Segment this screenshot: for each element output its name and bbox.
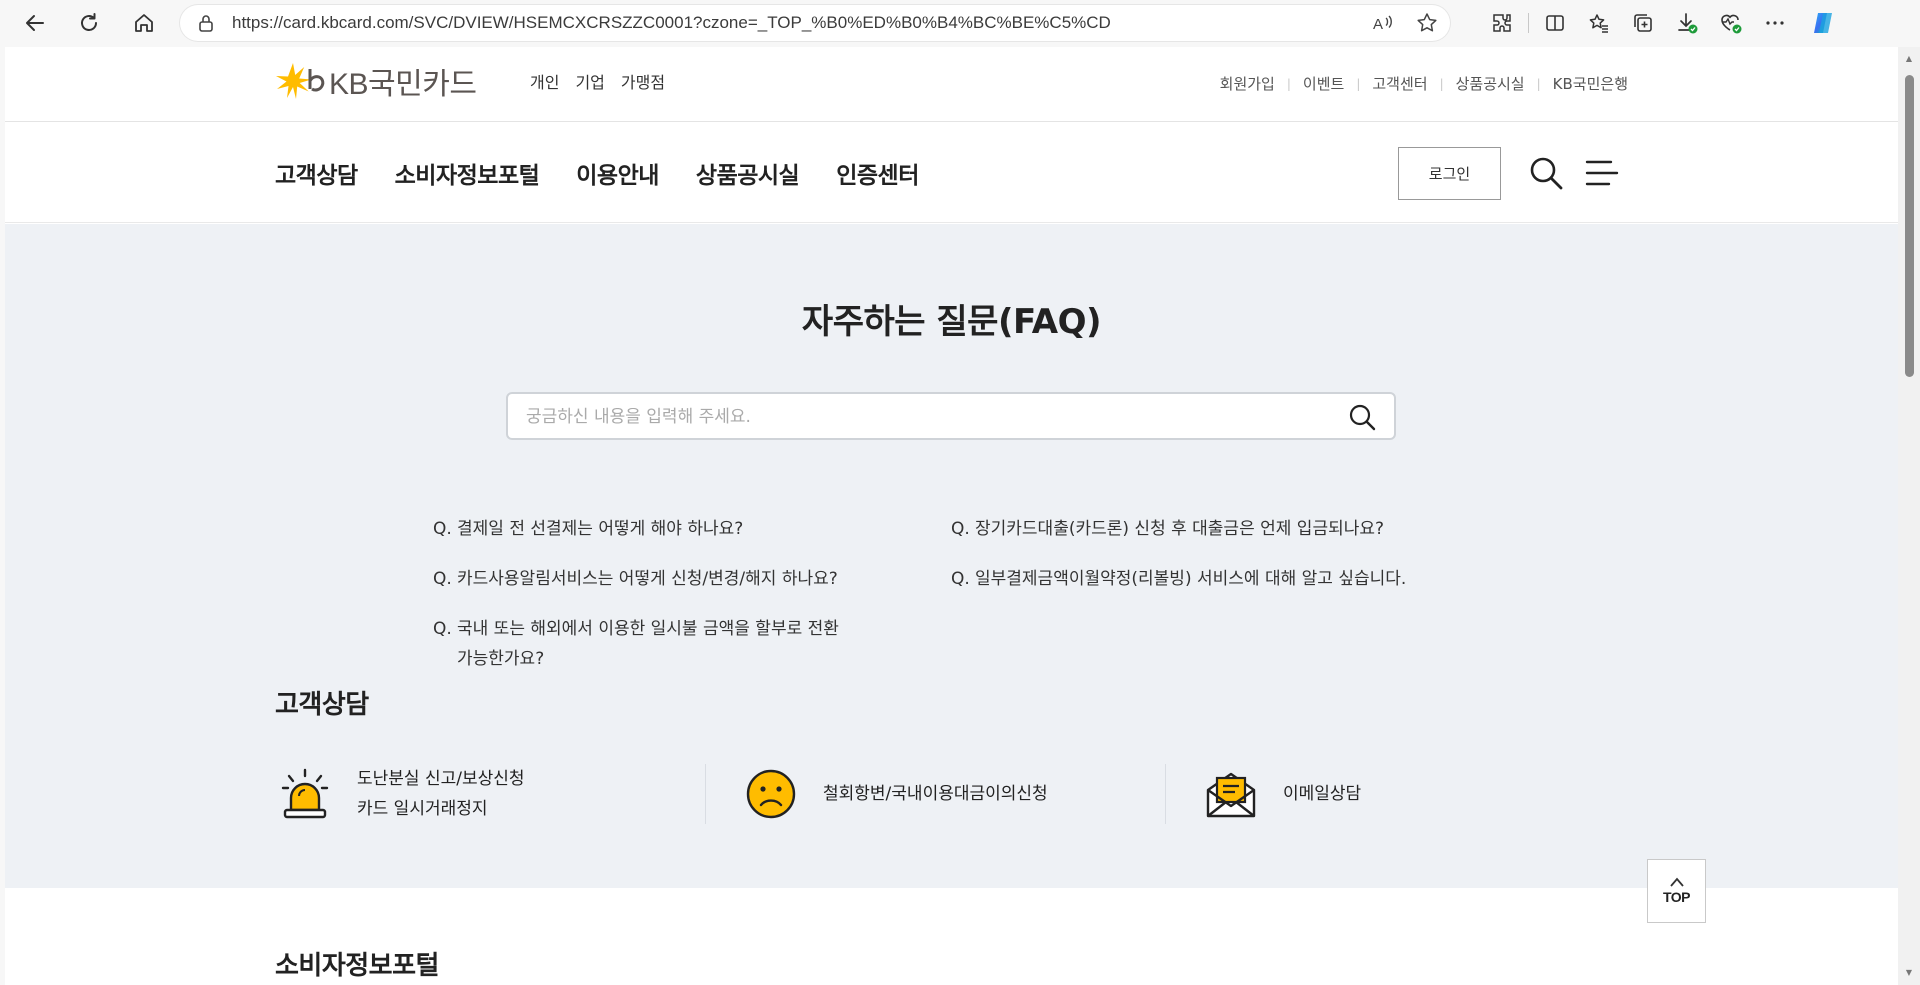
faq-q-prefix: Q. bbox=[951, 519, 970, 539]
util-separator: | bbox=[1536, 76, 1541, 91]
main-navigation: 고객상담 소비자정보포털 이용안내 상품공시실 인증센터 로그인 bbox=[5, 123, 1898, 223]
util-separator: | bbox=[1286, 76, 1291, 91]
favorites-icon[interactable] bbox=[1577, 5, 1621, 41]
consult-theft-loss[interactable]: 도난분실 신고/보상신청 카드 일시거래정지 bbox=[277, 764, 525, 824]
consumer-portal-section-title: 소비자정보포털 bbox=[275, 951, 439, 981]
home-icon[interactable] bbox=[126, 5, 162, 41]
toolbar-divider bbox=[1528, 13, 1529, 33]
kb-bank-link[interactable]: KB국민은행 bbox=[1553, 73, 1628, 94]
url-text[interactable]: https://card.kbcard.com/SVC/DVIEW/HSEMCX… bbox=[232, 13, 1111, 33]
browser-toolbar: https://card.kbcard.com/SVC/DVIEW/HSEMCX… bbox=[0, 0, 1920, 47]
faq-section: 자주하는 질문(FAQ) Q.결제일 전 선결제는 어떻게 해야 하나요? Q.… bbox=[5, 224, 1898, 888]
faq-q-prefix: Q. bbox=[433, 519, 452, 539]
lock-icon[interactable] bbox=[198, 14, 214, 32]
page-scrollbar[interactable]: ▲ ▼ bbox=[1898, 47, 1920, 985]
faq-question-text[interactable]: 결제일 전 선결제는 어떻게 해야 하나요? bbox=[457, 514, 743, 544]
faq-q-prefix: Q. bbox=[951, 569, 970, 589]
login-button[interactable]: 로그인 bbox=[1398, 147, 1501, 200]
faq-title: 자주하는 질문(FAQ) bbox=[801, 302, 1102, 342]
extensions-icon[interactable] bbox=[1480, 5, 1524, 41]
faq-question[interactable]: Q. 일부결제금액이월약정(리볼빙) 서비스에 대해 알고 싶습니다. bbox=[951, 564, 1406, 594]
faq-question[interactable]: Q. 결제일 전 선결제는 어떻게 해야 하나요? bbox=[433, 514, 743, 544]
signup-link[interactable]: 회원가입 bbox=[1220, 73, 1275, 94]
gnb-usage-guide[interactable]: 이용안내 bbox=[576, 156, 659, 190]
top-label: TOP bbox=[1662, 889, 1691, 905]
scroll-down-icon[interactable]: ▼ bbox=[1904, 969, 1914, 977]
segment-merchant[interactable]: 가맹점 bbox=[621, 69, 665, 93]
gnb-consumer-portal[interactable]: 소비자정보포털 bbox=[395, 156, 540, 190]
page-viewport: KB국민카드 개인 기업 가맹점 회원가입 | 이벤트 | 고객센터 | 상품공… bbox=[5, 47, 1898, 985]
faq-search-input[interactable] bbox=[526, 406, 1306, 428]
segment-menu: 개인 기업 가맹점 bbox=[530, 69, 665, 93]
faq-q-prefix: Q. bbox=[433, 569, 452, 589]
scroll-top-button[interactable]: TOP bbox=[1647, 859, 1706, 923]
util-separator: | bbox=[1356, 76, 1361, 91]
svg-text:A: A bbox=[1373, 16, 1383, 33]
consult-theft-loss-label[interactable]: 도난분실 신고/보상신청 bbox=[357, 764, 525, 794]
address-bar[interactable]: https://card.kbcard.com/SVC/DVIEW/HSEMCX… bbox=[180, 5, 1450, 41]
faq-search-icon[interactable] bbox=[1348, 403, 1376, 431]
back-icon[interactable] bbox=[17, 5, 53, 41]
gnb-product-disclosure[interactable]: 상품공시실 bbox=[696, 156, 800, 190]
kb-star-logo-icon bbox=[276, 63, 325, 99]
browser-health-icon[interactable] bbox=[1709, 5, 1753, 41]
consult-divider bbox=[1165, 764, 1166, 824]
faq-search-box bbox=[506, 392, 1396, 440]
gnb-auth-center[interactable]: 인증센터 bbox=[836, 156, 919, 190]
consult-email-label[interactable]: 이메일상담 bbox=[1283, 779, 1361, 809]
read-aloud-icon[interactable]: A bbox=[1372, 13, 1394, 33]
logo-text: KB국민카드 bbox=[329, 68, 477, 101]
faq-question-text-cont[interactable]: 가능한가요? bbox=[457, 649, 544, 669]
customer-center-link[interactable]: 고객센터 bbox=[1372, 73, 1427, 94]
email-icon bbox=[1206, 772, 1256, 818]
segment-personal[interactable]: 개인 bbox=[530, 69, 559, 93]
faq-question-text[interactable]: 국내 또는 해외에서 이용한 일시불 금액을 할부로 전환 bbox=[457, 619, 839, 639]
faq-question[interactable]: Q. 장기카드대출(카드론) 신청 후 대출금은 언제 입금되나요? bbox=[951, 514, 1384, 544]
top-utility-bar: KB국민카드 개인 기업 가맹점 회원가입 | 이벤트 | 고객센터 | 상품공… bbox=[5, 47, 1898, 122]
siren-icon bbox=[281, 768, 329, 819]
util-separator: | bbox=[1439, 76, 1444, 91]
search-icon[interactable] bbox=[1528, 155, 1564, 191]
scroll-thumb[interactable] bbox=[1905, 75, 1914, 377]
collections-icon[interactable] bbox=[1621, 5, 1665, 41]
faq-question[interactable]: Q. 카드사용알림서비스는 어떻게 신청/변경/해지 하나요? bbox=[433, 564, 838, 594]
refresh-icon[interactable] bbox=[71, 5, 107, 41]
chevron-up-icon bbox=[1669, 877, 1684, 887]
favorite-star-icon[interactable] bbox=[1416, 12, 1438, 34]
event-link[interactable]: 이벤트 bbox=[1303, 73, 1344, 94]
consult-dispute-label[interactable]: 철회항변/국내이용대금이의신청 bbox=[823, 779, 1048, 809]
gnb-menu: 고객상담 소비자정보포털 이용안내 상품공시실 인증센터 bbox=[275, 156, 919, 190]
scroll-up-icon[interactable]: ▲ bbox=[1904, 55, 1914, 63]
consult-suspend-label[interactable]: 카드 일시거래정지 bbox=[357, 794, 525, 824]
sad-face-icon bbox=[746, 769, 796, 819]
gnb-customer-consult[interactable]: 고객상담 bbox=[275, 156, 358, 190]
consult-email[interactable]: 이메일상담 bbox=[1203, 764, 1361, 824]
faq-question-text[interactable]: 장기카드대출(카드론) 신청 후 대출금은 언제 입금되나요? bbox=[975, 514, 1384, 544]
faq-question-text[interactable]: 카드사용알림서비스는 어떻게 신청/변경/해지 하나요? bbox=[457, 564, 838, 594]
hamburger-menu-icon[interactable] bbox=[1585, 157, 1619, 189]
utility-links: 회원가입 | 이벤트 | 고객센터 | 상품공시실 | KB국민은행 bbox=[1220, 73, 1628, 94]
faq-q-prefix: Q. bbox=[433, 619, 452, 639]
segment-corporate[interactable]: 기업 bbox=[575, 69, 604, 93]
product-disclosure-link[interactable]: 상품공시실 bbox=[1456, 73, 1525, 94]
faq-question[interactable]: Q. 국내 또는 해외에서 이용한 일시불 금액을 할부로 전환가능한가요? bbox=[433, 614, 839, 674]
more-options-icon[interactable] bbox=[1753, 5, 1797, 41]
downloads-icon[interactable] bbox=[1665, 5, 1709, 41]
consult-shortcuts: 도난분실 신고/보상신청 카드 일시거래정지 철회항변/국내이용대금이의신청 이… bbox=[275, 764, 1635, 864]
kb-card-logo[interactable]: KB국민카드 bbox=[275, 61, 477, 101]
consult-divider bbox=[705, 764, 706, 824]
consult-section-title: 고객상담 bbox=[275, 690, 369, 720]
copilot-icon[interactable] bbox=[1797, 5, 1849, 41]
faq-question-text[interactable]: 일부결제금액이월약정(리볼빙) 서비스에 대해 알고 싶습니다. bbox=[975, 564, 1406, 594]
consult-withdrawal-dispute[interactable]: 철회항변/국내이용대금이의신청 bbox=[743, 764, 1048, 824]
split-screen-icon[interactable] bbox=[1533, 5, 1577, 41]
